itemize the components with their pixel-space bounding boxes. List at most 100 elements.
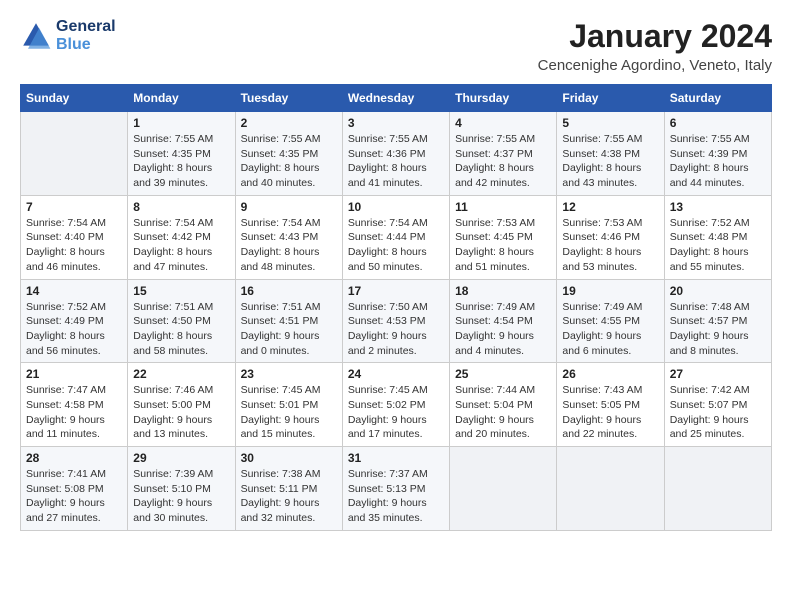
location: Cencenighe Agordino, Veneto, Italy (538, 57, 772, 74)
day-number: 21 (26, 367, 122, 381)
day-info: Sunrise: 7:38 AMSunset: 5:11 PMDaylight:… (241, 467, 337, 526)
day-info: Sunrise: 7:39 AMSunset: 5:10 PMDaylight:… (133, 467, 229, 526)
day-cell: 7 Sunrise: 7:54 AMSunset: 4:40 PMDaylight… (21, 195, 128, 279)
day-info: Sunrise: 7:49 AMSunset: 4:54 PMDaylight:… (455, 300, 551, 359)
col-header-thursday: Thursday (450, 85, 557, 112)
day-info: Sunrise: 7:43 AMSunset: 5:05 PMDaylight:… (562, 383, 658, 442)
col-header-tuesday: Tuesday (235, 85, 342, 112)
day-number: 13 (670, 200, 766, 214)
day-cell: 3 Sunrise: 7:55 AMSunset: 4:36 PMDaylight… (342, 112, 449, 196)
col-header-wednesday: Wednesday (342, 85, 449, 112)
day-cell: 8Sunrise: 7:54 AMSunset: 4:42 PMDaylight… (128, 195, 235, 279)
day-cell: 2Sunrise: 7:55 AMSunset: 4:35 PMDaylight… (235, 112, 342, 196)
day-cell: 20 Sunrise: 7:48 AMSunset: 4:57 PMDayligh… (664, 279, 771, 363)
day-cell: 4Sunrise: 7:55 AMSunset: 4:37 PMDaylight… (450, 112, 557, 196)
day-cell: 5 Sunrise: 7:55 AMSunset: 4:38 PMDaylight… (557, 112, 664, 196)
day-number: 30 (241, 451, 337, 465)
day-number: 9 (241, 200, 337, 214)
calendar-table: SundayMondayTuesdayWednesdayThursdayFrid… (20, 84, 772, 531)
day-cell: 19Sunrise: 7:49 AMSunset: 4:55 PMDayligh… (557, 279, 664, 363)
day-number: 23 (241, 367, 337, 381)
day-cell: 18 Sunrise: 7:49 AMSunset: 4:54 PMDayligh… (450, 279, 557, 363)
week-row-5: 28 Sunrise: 7:41 AMSunset: 5:08 PMDayligh… (21, 447, 772, 531)
day-cell: 29 Sunrise: 7:39 AMSunset: 5:10 PMDayligh… (128, 447, 235, 531)
day-info: Sunrise: 7:45 AMSunset: 5:02 PMDaylight:… (348, 383, 444, 442)
logo: General Blue (20, 18, 116, 54)
day-info: Sunrise: 7:37 AMSunset: 5:13 PMDaylight:… (348, 467, 444, 526)
week-row-2: 7 Sunrise: 7:54 AMSunset: 4:40 PMDaylight… (21, 195, 772, 279)
day-info: Sunrise: 7:51 AMSunset: 4:51 PMDaylight:… (241, 300, 337, 359)
day-cell: 21Sunrise: 7:47 AMSunset: 4:58 PMDayligh… (21, 363, 128, 447)
day-info: Sunrise: 7:55 AMSunset: 4:38 PMDaylight:… (562, 132, 658, 191)
day-cell: 16 Sunrise: 7:51 AMSunset: 4:51 PMDayligh… (235, 279, 342, 363)
day-info: Sunrise: 7:51 AMSunset: 4:50 PMDaylight:… (133, 300, 229, 359)
day-info: Sunrise: 7:41 AMSunset: 5:08 PMDaylight:… (26, 467, 122, 526)
col-header-sunday: Sunday (21, 85, 128, 112)
day-cell: 13 Sunrise: 7:52 AMSunset: 4:48 PMDayligh… (664, 195, 771, 279)
day-cell: 15 Sunrise: 7:51 AMSunset: 4:50 PMDayligh… (128, 279, 235, 363)
week-row-1: 1Sunrise: 7:55 AMSunset: 4:35 PMDaylight… (21, 112, 772, 196)
week-row-4: 21Sunrise: 7:47 AMSunset: 4:58 PMDayligh… (21, 363, 772, 447)
day-cell: 11Sunrise: 7:53 AMSunset: 4:45 PMDayligh… (450, 195, 557, 279)
day-number: 20 (670, 284, 766, 298)
day-cell: 10 Sunrise: 7:54 AMSunset: 4:44 PMDayligh… (342, 195, 449, 279)
day-number: 14 (26, 284, 122, 298)
day-info: Sunrise: 7:55 AMSunset: 4:36 PMDaylight:… (348, 132, 444, 191)
day-number: 8 (133, 200, 229, 214)
day-cell: 30 Sunrise: 7:38 AMSunset: 5:11 PMDayligh… (235, 447, 342, 531)
day-info: Sunrise: 7:54 AMSunset: 4:43 PMDaylight:… (241, 216, 337, 275)
day-info: Sunrise: 7:55 AMSunset: 4:39 PMDaylight:… (670, 132, 766, 191)
day-info: Sunrise: 7:52 AMSunset: 4:49 PMDaylight:… (26, 300, 122, 359)
day-cell: 17Sunrise: 7:50 AMSunset: 4:53 PMDayligh… (342, 279, 449, 363)
day-info: Sunrise: 7:52 AMSunset: 4:48 PMDaylight:… (670, 216, 766, 275)
day-number: 18 (455, 284, 551, 298)
day-cell: 28 Sunrise: 7:41 AMSunset: 5:08 PMDayligh… (21, 447, 128, 531)
calendar-header-row: SundayMondayTuesdayWednesdayThursdayFrid… (21, 85, 772, 112)
day-cell: 23Sunrise: 7:45 AMSunset: 5:01 PMDayligh… (235, 363, 342, 447)
day-number: 26 (562, 367, 658, 381)
day-info: Sunrise: 7:54 AMSunset: 4:44 PMDaylight:… (348, 216, 444, 275)
day-cell (557, 447, 664, 531)
day-cell: 14 Sunrise: 7:52 AMSunset: 4:49 PMDayligh… (21, 279, 128, 363)
day-info: Sunrise: 7:54 AMSunset: 4:40 PMDaylight:… (26, 216, 122, 275)
day-number: 28 (26, 451, 122, 465)
day-cell: 6Sunrise: 7:55 AMSunset: 4:39 PMDaylight… (664, 112, 771, 196)
day-info: Sunrise: 7:49 AMSunset: 4:55 PMDaylight:… (562, 300, 658, 359)
day-cell: 27Sunrise: 7:42 AMSunset: 5:07 PMDayligh… (664, 363, 771, 447)
day-info: Sunrise: 7:44 AMSunset: 5:04 PMDaylight:… (455, 383, 551, 442)
day-number: 15 (133, 284, 229, 298)
day-info: Sunrise: 7:53 AMSunset: 4:45 PMDaylight:… (455, 216, 551, 275)
day-cell (21, 112, 128, 196)
day-number: 12 (562, 200, 658, 214)
logo-text: General Blue (56, 18, 116, 54)
day-info: Sunrise: 7:46 AMSunset: 5:00 PMDaylight:… (133, 383, 229, 442)
day-number: 5 (562, 116, 658, 130)
day-number: 4 (455, 116, 551, 130)
day-info: Sunrise: 7:55 AMSunset: 4:35 PMDaylight:… (241, 132, 337, 191)
day-info: Sunrise: 7:48 AMSunset: 4:57 PMDaylight:… (670, 300, 766, 359)
day-cell (450, 447, 557, 531)
day-number: 10 (348, 200, 444, 214)
header: General Blue January 2024 Cencenighe Ago… (20, 18, 772, 74)
day-number: 24 (348, 367, 444, 381)
day-number: 17 (348, 284, 444, 298)
day-cell: 12Sunrise: 7:53 AMSunset: 4:46 PMDayligh… (557, 195, 664, 279)
page: General Blue January 2024 Cencenighe Ago… (0, 0, 792, 612)
day-cell: 9 Sunrise: 7:54 AMSunset: 4:43 PMDaylight… (235, 195, 342, 279)
col-header-saturday: Saturday (664, 85, 771, 112)
week-row-3: 14 Sunrise: 7:52 AMSunset: 4:49 PMDayligh… (21, 279, 772, 363)
day-number: 3 (348, 116, 444, 130)
day-info: Sunrise: 7:42 AMSunset: 5:07 PMDaylight:… (670, 383, 766, 442)
day-info: Sunrise: 7:55 AMSunset: 4:35 PMDaylight:… (133, 132, 229, 191)
day-cell: 24 Sunrise: 7:45 AMSunset: 5:02 PMDayligh… (342, 363, 449, 447)
month-title: January 2024 (538, 18, 772, 55)
day-number: 7 (26, 200, 122, 214)
day-number: 25 (455, 367, 551, 381)
day-cell: 26 Sunrise: 7:43 AMSunset: 5:05 PMDayligh… (557, 363, 664, 447)
day-cell: 25 Sunrise: 7:44 AMSunset: 5:04 PMDayligh… (450, 363, 557, 447)
logo-icon (20, 20, 52, 52)
day-cell: 1Sunrise: 7:55 AMSunset: 4:35 PMDaylight… (128, 112, 235, 196)
day-number: 22 (133, 367, 229, 381)
day-number: 16 (241, 284, 337, 298)
day-number: 29 (133, 451, 229, 465)
